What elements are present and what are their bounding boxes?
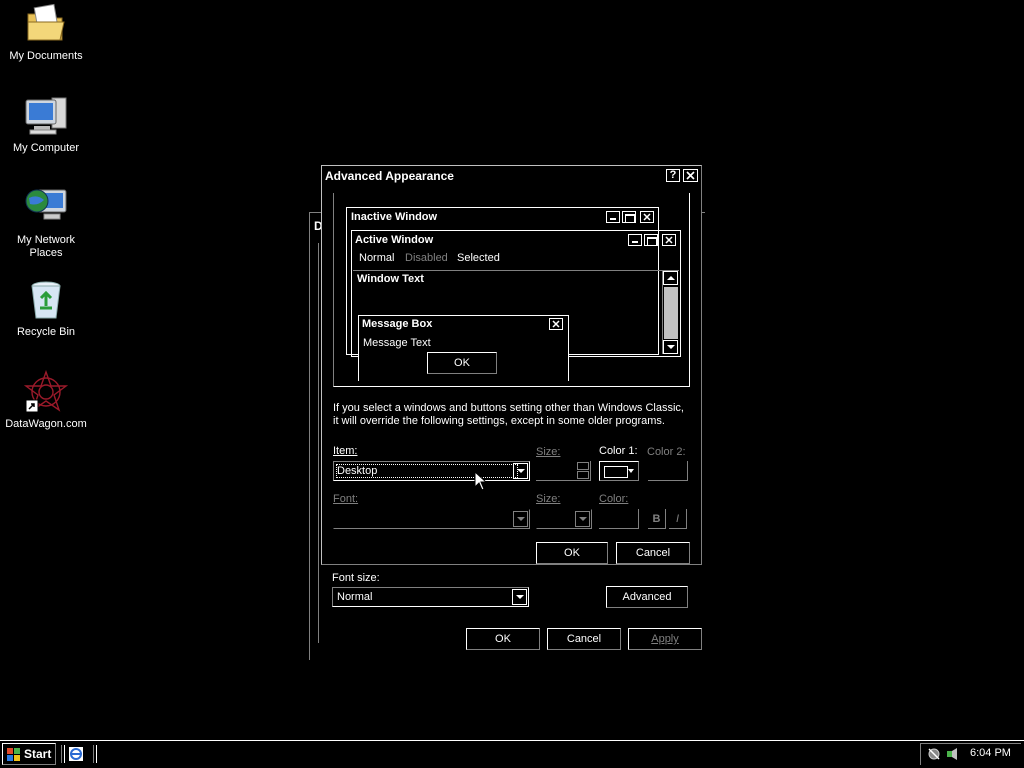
info-text-line-2: it will override the following settings,… xyxy=(333,415,665,427)
menu-selected: Selected xyxy=(457,252,500,264)
menu-normal: Normal xyxy=(359,252,395,264)
font-color-label: Color: xyxy=(599,493,629,505)
desktop-icon-label: My Computer xyxy=(12,142,80,154)
close-icon xyxy=(686,171,695,180)
item-size-spinner xyxy=(536,461,591,481)
item-size-label: Size: xyxy=(536,446,561,458)
scroll-thumb xyxy=(664,287,678,339)
item-value: Desktop xyxy=(335,464,519,478)
font-size-label: Font size: xyxy=(332,572,380,584)
scroll-down-icon xyxy=(663,340,678,354)
speaker-tray-icon[interactable] xyxy=(945,746,961,762)
computer-icon xyxy=(24,94,68,138)
desktop-icon-my-network-places[interactable]: My Network Places xyxy=(4,186,88,260)
message-box-title: Message Box xyxy=(362,318,433,330)
color-swatch xyxy=(604,466,628,478)
desktop-icon-label: Recycle Bin xyxy=(16,326,76,338)
quick-launch-separator xyxy=(61,745,65,763)
close-icon xyxy=(662,234,676,246)
quick-launch-separator xyxy=(93,745,97,763)
chevron-down-icon[interactable] xyxy=(512,589,527,605)
shortcut-icon xyxy=(23,369,69,414)
bold-toggle: B xyxy=(648,509,666,529)
start-button[interactable]: Start xyxy=(2,743,56,765)
chevron-down-icon xyxy=(575,511,590,527)
desktop-icon-label: DataWagon.com xyxy=(5,418,87,430)
message-text: Message Text xyxy=(363,337,431,349)
cancel-button[interactable]: Cancel xyxy=(547,628,621,650)
maximize-icon xyxy=(622,211,636,223)
desktop-icon-label: My Documents xyxy=(9,50,83,62)
color2-label: Color 2: xyxy=(647,446,686,458)
item-select[interactable]: Desktop xyxy=(333,461,530,481)
font-size-field xyxy=(536,509,592,529)
dialog-title: Advanced Appearance xyxy=(325,169,454,183)
mouse-cursor-icon xyxy=(474,471,486,491)
quick-launch-ie[interactable] xyxy=(68,746,84,762)
color1-picker[interactable] xyxy=(599,461,639,481)
color2-picker xyxy=(648,461,688,481)
italic-toggle: I xyxy=(669,509,687,529)
font-color-picker xyxy=(599,509,639,529)
internet-explorer-icon xyxy=(69,747,83,761)
desktop-icon-datawagon[interactable]: DataWagon.com xyxy=(4,369,88,431)
close-icon xyxy=(549,318,563,330)
chevron-down-icon xyxy=(628,469,634,473)
taskbar xyxy=(0,740,1024,768)
desktop-icon-label: My Network Places xyxy=(16,234,76,259)
folder-documents-icon xyxy=(24,2,68,46)
close-button[interactable] xyxy=(683,169,698,182)
item-label: Item: xyxy=(333,445,358,457)
font-size-value: Normal xyxy=(337,591,373,603)
windows-logo-icon xyxy=(7,748,20,761)
window-text: Window Text xyxy=(357,273,424,285)
minimize-icon xyxy=(606,211,620,223)
apply-button[interactable]: Apply xyxy=(628,628,702,650)
desktop-icon-my-computer[interactable]: My Computer xyxy=(4,94,88,155)
active-window-title: Active Window xyxy=(355,234,434,246)
message-ok-button: OK xyxy=(427,352,497,374)
desktop-icon-recycle-bin[interactable]: Recycle Bin xyxy=(4,278,88,339)
preview-scrollbar xyxy=(662,271,678,354)
network-tray-icon[interactable] xyxy=(927,746,943,762)
network-places-icon xyxy=(24,186,68,230)
ok-button[interactable]: OK xyxy=(466,628,540,650)
close-icon xyxy=(640,211,654,223)
maximize-icon xyxy=(644,234,658,246)
recycle-bin-icon xyxy=(24,278,68,322)
info-text-line-1: If you select a windows and buttons sett… xyxy=(333,402,684,414)
scroll-up-icon xyxy=(663,271,678,285)
dialog-cancel-button[interactable]: Cancel xyxy=(616,542,690,564)
help-button[interactable]: ? xyxy=(666,169,680,182)
font-select xyxy=(333,509,530,529)
inner-panel-edge xyxy=(318,243,320,643)
font-size-field-label: Size: xyxy=(536,493,561,505)
desktop-icon-my-documents[interactable]: My Documents xyxy=(4,2,88,63)
color1-label: Color 1: xyxy=(599,445,638,457)
tray-clock[interactable]: 6:04 PM xyxy=(970,747,1011,759)
chevron-down-icon[interactable] xyxy=(513,463,528,479)
advanced-button[interactable]: Advanced xyxy=(606,586,688,608)
menu-disabled: Disabled xyxy=(405,252,448,264)
chevron-down-icon xyxy=(513,511,528,527)
minimize-icon xyxy=(628,234,642,246)
inactive-window-title: Inactive Window xyxy=(351,211,438,223)
font-size-select[interactable]: Normal xyxy=(332,587,529,607)
dialog-ok-button[interactable]: OK xyxy=(536,542,608,564)
font-label: Font: xyxy=(333,493,359,505)
